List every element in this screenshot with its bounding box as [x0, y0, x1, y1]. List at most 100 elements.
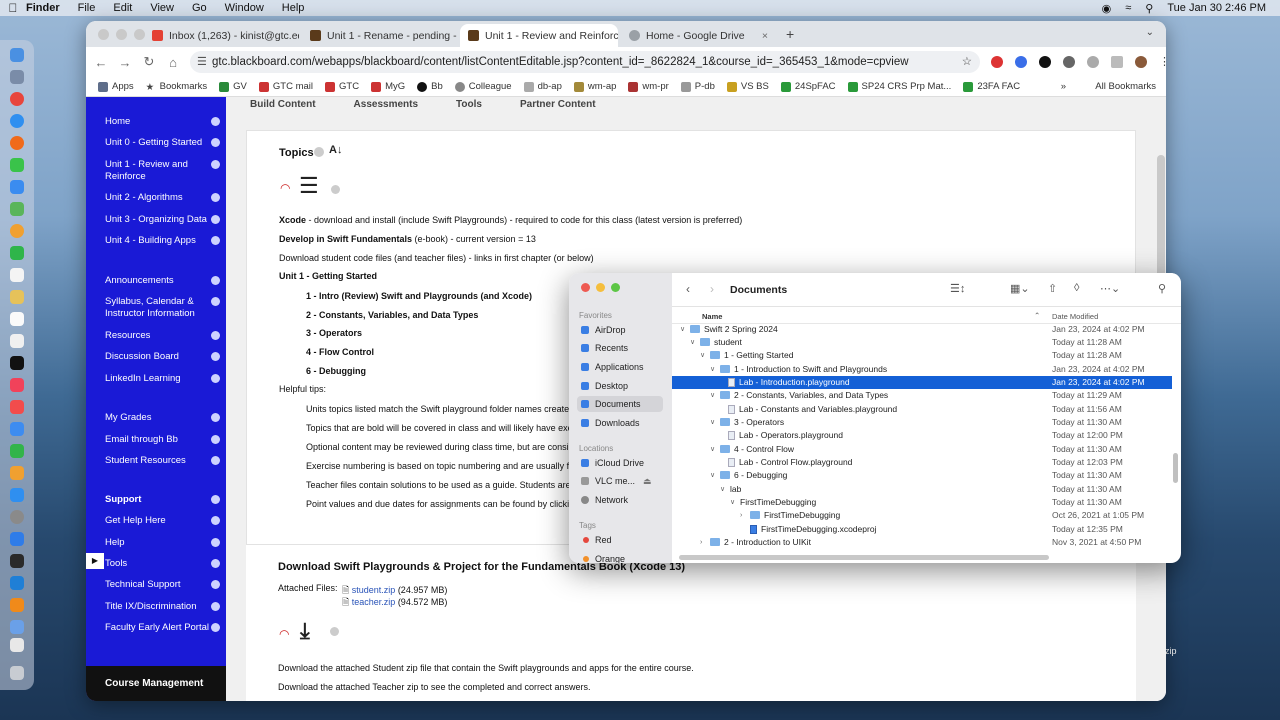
- puzzle-icon[interactable]: [1087, 56, 1099, 68]
- menu-options-icon[interactable]: [211, 495, 220, 504]
- pages-dock-icon[interactable]: [10, 466, 24, 480]
- sidebar-item-tools[interactable]: Tools: [105, 558, 220, 570]
- menu-options-icon[interactable]: [211, 297, 220, 306]
- list-item[interactable]: ∨ 3 - Operators Today at 11:30 AM: [672, 416, 1172, 429]
- share-icon[interactable]: ⇧: [1048, 282, 1057, 295]
- keynote-dock-icon[interactable]: [10, 422, 24, 436]
- close-tab-icon[interactable]: ×: [756, 30, 768, 42]
- collapse-menu-button[interactable]: ▶: [86, 553, 104, 569]
- bookmark-item[interactable]: Apps: [98, 81, 134, 92]
- sidebar-item-help[interactable]: Help: [105, 537, 220, 549]
- new-tab-button[interactable]: +: [786, 26, 794, 42]
- numbers-dock-icon[interactable]: [10, 444, 24, 458]
- menu-options-icon[interactable]: [211, 331, 220, 340]
- music-dock-icon[interactable]: [10, 378, 24, 392]
- menu-go[interactable]: Go: [192, 2, 207, 14]
- menu-options-icon[interactable]: [211, 559, 220, 568]
- sort-chevron-icon[interactable]: ⌃: [1034, 311, 1040, 320]
- tab-review-reinforce[interactable]: Unit 1 - Review and Reinforce ×: [460, 24, 618, 47]
- xcode-dock-icon[interactable]: [10, 532, 24, 546]
- back-icon[interactable]: ←: [92, 55, 110, 70]
- extension-icon[interactable]: [1015, 56, 1027, 68]
- group-icon[interactable]: ▦⌄: [1010, 282, 1030, 295]
- launchpad-dock-icon[interactable]: [10, 70, 24, 84]
- tab-search-icon[interactable]: ⌄: [1146, 27, 1154, 38]
- bookmark-item[interactable]: db-ap: [523, 81, 562, 92]
- menu-edit[interactable]: Edit: [113, 2, 132, 14]
- partner-content-menu[interactable]: Partner Content: [520, 99, 596, 110]
- menu-options-icon[interactable]: [211, 215, 220, 224]
- sidebar-item-faculty-alert[interactable]: Faculty Early Alert Portal: [105, 622, 220, 634]
- tab-rename[interactable]: Unit 1 - Rename - pending - ×: [302, 24, 457, 47]
- sidebar-item-announcements[interactable]: Announcements: [105, 275, 220, 287]
- reminders-dock-icon[interactable]: [10, 312, 24, 326]
- preview-dock-icon[interactable]: [10, 620, 24, 634]
- menu-options-icon[interactable]: [211, 352, 220, 361]
- sidebar-item-downloads[interactable]: Downloads: [577, 415, 663, 431]
- horizontal-scrollbar[interactable]: [679, 555, 1049, 560]
- sidebar-item-title-ix[interactable]: Title IX/Discrimination: [105, 601, 220, 613]
- menu-options-icon[interactable]: [211, 538, 220, 547]
- sidebar-item-tech-support[interactable]: Technical Support: [105, 579, 220, 591]
- bookmark-item[interactable]: ★ Bookmarks: [146, 81, 208, 93]
- menu-view[interactable]: View: [150, 2, 174, 14]
- sidebar-item-grades[interactable]: My Grades: [105, 412, 220, 424]
- wifi-icon[interactable]: ≈: [1125, 2, 1131, 14]
- menu-file[interactable]: File: [78, 2, 96, 14]
- sort-icon[interactable]: A↓: [329, 144, 342, 156]
- menu-options-icon[interactable]: [211, 516, 220, 525]
- bookmark-item[interactable]: P-db: [680, 81, 715, 92]
- tools-menu[interactable]: Tools: [456, 99, 482, 110]
- teacher-zip-link[interactable]: teacher.zip: [352, 597, 396, 607]
- sidebar-item-get-help[interactable]: Get Help Here: [105, 515, 220, 527]
- bookmark-item[interactable]: wm-ap: [573, 81, 616, 92]
- bookmark-item[interactable]: 23FA FAC: [963, 81, 1020, 92]
- bookmark-item[interactable]: GV: [219, 81, 247, 92]
- photos-dock-icon[interactable]: [10, 224, 24, 238]
- minimize-window-icon[interactable]: [116, 29, 127, 40]
- bookmark-item[interactable]: VS BS: [726, 81, 769, 92]
- list-item[interactable]: ∨ 6 - Debugging Today at 11:30 AM: [672, 469, 1172, 482]
- kebab-menu-icon[interactable]: ⋮: [1159, 56, 1166, 68]
- list-item[interactable]: Lab - Control Flow.playground Today at 12…: [672, 456, 1172, 469]
- bookmark-item[interactable]: GTC mail: [258, 81, 313, 92]
- sidebar-item-syllabus[interactable]: Syllabus, Calendar & Instructor Informat…: [105, 296, 220, 320]
- menu-options-icon[interactable]: [211, 602, 220, 611]
- search-icon[interactable]: ⚲: [1158, 282, 1166, 295]
- list-item[interactable]: ∨ FirstTimeDebugging Today at 11:30 AM: [672, 496, 1172, 509]
- more-bookmarks-icon[interactable]: »: [1061, 81, 1066, 92]
- zoom-window-icon[interactable]: [611, 283, 620, 292]
- tag-icon[interactable]: ◊: [1074, 282, 1079, 294]
- system-settings-dock-icon[interactable]: [10, 510, 24, 524]
- list-item-selected[interactable]: Lab - Introduction.playground Jan 23, 202…: [672, 376, 1172, 389]
- tab-gmail[interactable]: Inbox (1,263) - kinist@gtc.ed ×: [144, 24, 299, 47]
- sidebar-item-vlc[interactable]: VLC me... ⏏: [577, 473, 663, 489]
- menu-options-icon[interactable]: [211, 374, 220, 383]
- maps-dock-icon[interactable]: [10, 202, 24, 216]
- tag-red[interactable]: Red: [577, 532, 663, 548]
- options-chevron-icon[interactable]: [330, 627, 339, 636]
- forward-icon[interactable]: →: [116, 55, 134, 70]
- sidebar-item-unit4[interactable]: Unit 4 - Building Apps: [105, 235, 220, 247]
- bookmark-item[interactable]: Bb: [417, 81, 443, 92]
- menu-options-icon[interactable]: [211, 435, 220, 444]
- bookmark-item[interactable]: MyG: [371, 81, 405, 92]
- options-chevron-icon[interactable]: [314, 147, 324, 157]
- menu-options-icon[interactable]: [211, 276, 220, 285]
- control-center-icon[interactable]: ◉: [1102, 2, 1112, 15]
- menu-options-icon[interactable]: [211, 160, 220, 169]
- document-dock-icon[interactable]: [10, 638, 24, 652]
- freeform-dock-icon[interactable]: [10, 334, 24, 348]
- extension-icon[interactable]: [1039, 56, 1051, 68]
- all-bookmarks-button[interactable]: All Bookmarks: [1095, 81, 1156, 92]
- sidebar-item-icloud[interactable]: iCloud Drive: [577, 455, 663, 471]
- sidebar-item-discussion[interactable]: Discussion Board: [105, 351, 220, 363]
- menu-options-icon[interactable]: [211, 138, 220, 147]
- close-window-icon[interactable]: [581, 283, 590, 292]
- vertical-scrollbar[interactable]: [1173, 453, 1178, 483]
- sidebar-item-email[interactable]: Email through Bb: [105, 434, 220, 446]
- desktop-zip-label[interactable]: zip: [1165, 646, 1177, 656]
- list-item[interactable]: ∨ 4 - Control Flow Today at 11:30 AM: [672, 443, 1172, 456]
- list-item[interactable]: ∨ 1 - Introduction to Swift and Playgroun…: [672, 363, 1172, 376]
- sidebar-item-home[interactable]: Home: [105, 116, 220, 128]
